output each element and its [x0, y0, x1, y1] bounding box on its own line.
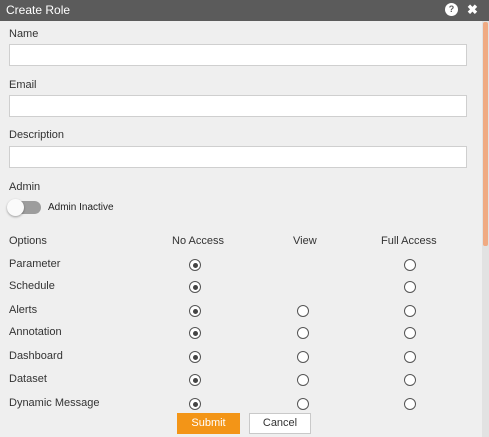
header-options: Options: [9, 235, 47, 247]
schedule-no-access-radio[interactable]: [189, 281, 201, 293]
admin-toggle-knob: [7, 199, 24, 216]
cancel-button[interactable]: Cancel: [249, 413, 311, 434]
dashboard-no-access-radio[interactable]: [189, 351, 201, 363]
dashboard-view-radio[interactable]: [297, 351, 309, 363]
dialog-title: Create Role: [6, 3, 71, 17]
permission-row-label: Schedule: [9, 280, 55, 292]
alerts-full-access-radio[interactable]: [404, 305, 416, 317]
permission-row-label: Parameter: [9, 258, 61, 270]
schedule-full-access-radio[interactable]: [404, 281, 416, 293]
header-view: View: [293, 235, 317, 247]
dataset-view-radio[interactable]: [297, 374, 309, 386]
help-icon[interactable]: ?: [445, 3, 458, 16]
dashboard-full-access-radio[interactable]: [404, 351, 416, 363]
permission-row-label: Dashboard: [9, 350, 63, 362]
dynamic-message-view-radio[interactable]: [297, 398, 309, 410]
permission-row-label: Alerts: [9, 304, 38, 316]
header-no-access: No Access: [172, 235, 224, 247]
dynamic-message-no-access-radio[interactable]: [189, 398, 201, 410]
admin-label: Admin: [9, 181, 41, 193]
dynamic-message-full-access-radio[interactable]: [404, 398, 416, 410]
permission-row-label: Dataset: [9, 373, 47, 385]
submit-button[interactable]: Submit: [177, 413, 240, 434]
annotation-view-radio[interactable]: [297, 327, 309, 339]
scrollbar-thumb[interactable]: [483, 22, 488, 246]
email-label: Email: [9, 79, 37, 91]
name-field[interactable]: [9, 44, 467, 66]
close-icon[interactable]: ✖: [466, 3, 479, 16]
admin-toggle[interactable]: [7, 199, 41, 216]
admin-toggle-label: Admin Inactive: [48, 202, 114, 213]
dialog-titlebar: Create Role ? ✖: [0, 0, 489, 21]
parameter-full-access-radio[interactable]: [404, 259, 416, 271]
description-label: Description: [9, 129, 65, 141]
permission-row-label: Annotation: [9, 326, 62, 338]
description-field[interactable]: [9, 146, 467, 168]
permission-row-label: Dynamic Message: [9, 397, 100, 409]
annotation-no-access-radio[interactable]: [189, 327, 201, 339]
dialog-body: [0, 21, 489, 437]
email-field[interactable]: [9, 95, 467, 117]
dataset-full-access-radio[interactable]: [404, 374, 416, 386]
alerts-no-access-radio[interactable]: [189, 305, 201, 317]
annotation-full-access-radio[interactable]: [404, 327, 416, 339]
parameter-no-access-radio[interactable]: [189, 259, 201, 271]
name-label: Name: [9, 28, 39, 40]
header-full-access: Full Access: [381, 235, 437, 247]
alerts-view-radio[interactable]: [297, 305, 309, 317]
dataset-no-access-radio[interactable]: [189, 374, 201, 386]
